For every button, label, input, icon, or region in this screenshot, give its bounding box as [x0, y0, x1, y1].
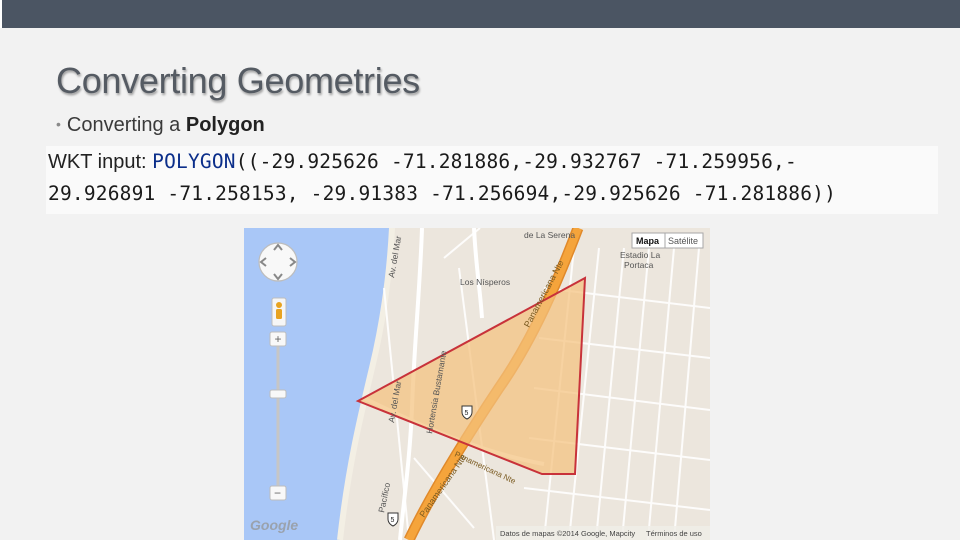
- top-bar: [0, 0, 960, 28]
- label-los-nisperos: Los Nísperos: [460, 277, 510, 287]
- satellite-type-button[interactable]: Satélite: [664, 232, 704, 249]
- slide-title: Converting Geometries: [56, 60, 420, 101]
- code-label: WKT input:: [48, 151, 153, 173]
- svg-text:5: 5: [465, 410, 469, 417]
- map-terms-link[interactable]: Términos de uso: [646, 529, 702, 538]
- zoom-out-button[interactable]: −: [269, 485, 287, 501]
- svg-text:−: −: [274, 486, 281, 500]
- route-shield-2: 5: [387, 512, 399, 527]
- code-line-1: WKT input: POLYGON((-29.925626 -71.28188…: [48, 150, 797, 174]
- zoom-slider-handle[interactable]: [269, 389, 287, 399]
- code-line-1-coords: ((-29.925626 -71.281886,-29.932767 -71.2…: [235, 150, 797, 173]
- pegman-icon[interactable]: [271, 297, 287, 327]
- label-north: de La Serena: [524, 230, 575, 240]
- map-view[interactable]: de La Serena Estadio La Portaca Los Nísp…: [244, 228, 710, 540]
- bullet-prefix: Converting a: [66, 114, 181, 136]
- wkt-code-box: WKT input: POLYGON((-29.925626 -71.28188…: [46, 146, 938, 214]
- svg-text:5: 5: [391, 517, 395, 524]
- code-keyword: POLYGON: [152, 150, 236, 173]
- pan-control[interactable]: [258, 242, 298, 282]
- svg-text:+: +: [275, 332, 282, 346]
- code-line-2: 29.926891 -71.258153, -29.91383 -71.2566…: [48, 182, 837, 205]
- label-stadium-2: Portaca: [624, 260, 654, 270]
- map-attribution: Datos de mapas ©2014 Google, Mapcity: [500, 529, 635, 538]
- google-logo: Google: [250, 517, 298, 533]
- route-shield-1: 5: [461, 405, 473, 420]
- svg-text:Satélite: Satélite: [668, 236, 698, 246]
- svg-text:Mapa: Mapa: [636, 236, 660, 246]
- zoom-in-button[interactable]: +: [269, 331, 287, 347]
- label-stadium-1: Estadio La: [620, 250, 660, 260]
- map-type-button[interactable]: Mapa: [631, 232, 666, 249]
- bullet-point: • Converting a Polygon: [56, 114, 265, 137]
- bullet-emphasis: Polygon: [185, 114, 265, 136]
- bullet-dot: •: [56, 116, 61, 132]
